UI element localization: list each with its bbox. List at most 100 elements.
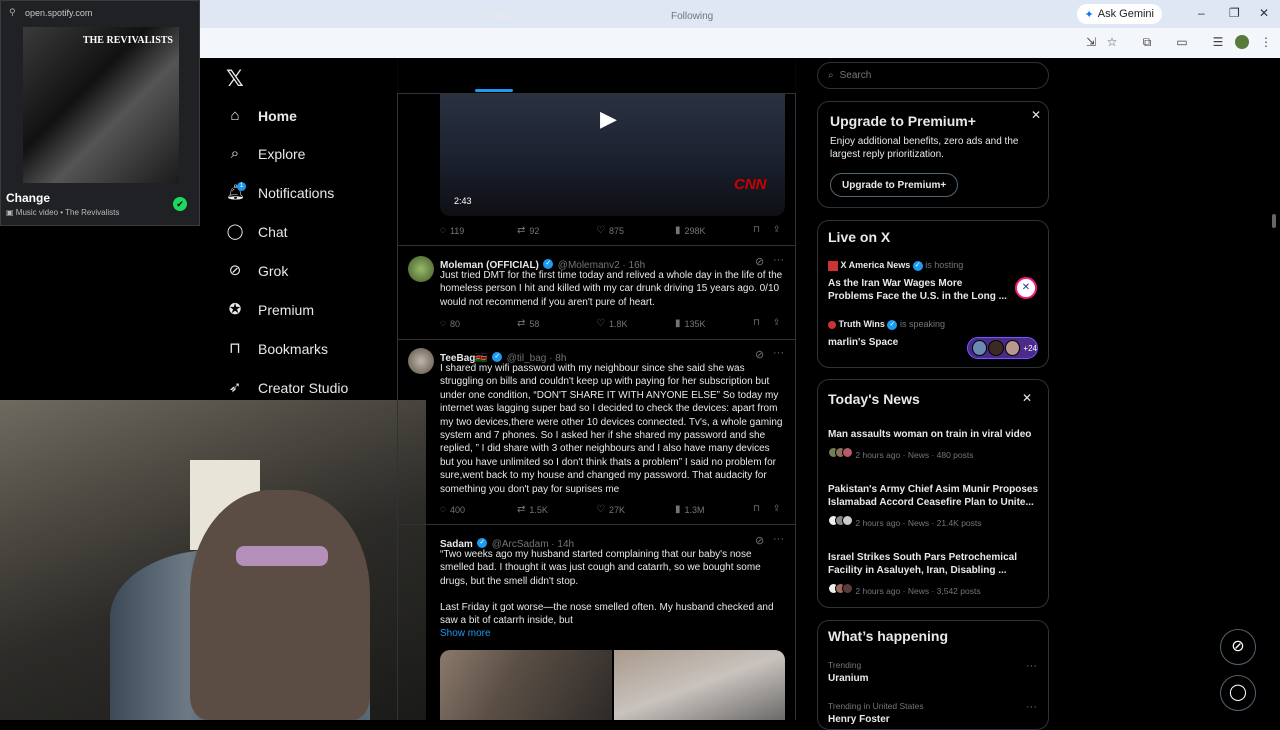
song-meta: ▣ Music video • The Revivalists [6, 208, 120, 217]
nav-chat[interactable]: ◯ Chat [226, 219, 288, 245]
close-window-button[interactable]: ✕ [1259, 6, 1269, 20]
ask-gemini-button[interactable]: ✦ Ask Gemini [1076, 4, 1162, 24]
like-button[interactable]: ♡ 27K [596, 504, 625, 515]
nav-creator-studio[interactable]: ➶ Creator Studio [226, 375, 349, 401]
nav-explore[interactable]: ⌕ Explore [226, 141, 306, 167]
show-more-link[interactable]: Show more [440, 628, 491, 639]
host-avatar [828, 260, 838, 271]
views-button[interactable]: ▮ 298K [675, 225, 706, 236]
nav-premium-label: Premium [258, 302, 315, 318]
nav-home[interactable]: ⌂ Home [226, 103, 296, 129]
repost-button[interactable]: ⇄ 1.5K [517, 504, 548, 515]
avatar[interactable] [408, 348, 434, 374]
profile-avatar-icon[interactable] [1235, 35, 1249, 49]
nav-grok-label: Grok [258, 263, 289, 279]
news-item-title[interactable]: Israel Strikes South Pars Petrochemical … [828, 551, 1042, 577]
space-listeners[interactable]: +24 [967, 337, 1038, 359]
live-item-host[interactable]: X America News ✓ is hosting [828, 260, 963, 271]
live-host-avatar[interactable]: ✕ [1015, 277, 1037, 299]
browser-menu-icon[interactable]: ⋮ [1259, 35, 1273, 49]
live-item-title[interactable]: As the Iran War Wages More Problems Face… [828, 277, 1008, 303]
heart-icon: ♡ [596, 504, 605, 515]
grok-post-icon[interactable]: ⊘ [755, 255, 764, 268]
host-avatar [828, 320, 836, 329]
repost-button[interactable]: ⇄ 58 [517, 318, 539, 329]
media-control-icon[interactable]: ▭ [1175, 35, 1189, 49]
bookmark-post-icon[interactable]: ⊓ [753, 317, 760, 328]
album-cover-title: THE REVIVALISTS [82, 35, 173, 46]
messages-fab-icon[interactable]: ◯ [1220, 675, 1256, 711]
grok-fab-icon[interactable]: ⊘ [1220, 629, 1256, 665]
verified-icon: ✓ [477, 537, 488, 548]
trend-context: Trending in United States [828, 701, 924, 711]
repost-icon: ⇄ [517, 504, 526, 515]
live-item-title[interactable]: marlin's Space [828, 336, 898, 349]
like-button[interactable]: ♡ 1.8K [596, 318, 627, 329]
nav-premium[interactable]: ✪ Premium [226, 297, 314, 323]
more-options-icon[interactable]: ··· [773, 254, 784, 266]
upgrade-premium-button[interactable]: Upgrade to Premium+ [830, 173, 959, 197]
close-icon[interactable]: ✕ [1031, 108, 1041, 122]
minimize-button[interactable]: – [1198, 6, 1205, 20]
nav-bookmarks-label: Bookmarks [258, 341, 329, 357]
maximize-button[interactable]: ❐ [1229, 6, 1240, 20]
nav-notifications-label: Notifications [258, 185, 335, 201]
live-title: Live on X [828, 229, 891, 245]
ask-gemini-label: Ask Gemini [1097, 8, 1154, 20]
bookmark-post-icon[interactable]: ⊓ [753, 224, 760, 235]
more-options-icon[interactable]: ··· [1026, 701, 1037, 713]
premium-title: Upgrade to Premium+ [830, 113, 976, 129]
news-title: Today's News [828, 391, 920, 407]
saved-check-icon[interactable]: ✔ [173, 197, 187, 211]
post-text-continued: Last Friday it got worse—the nose smelle… [440, 602, 774, 627]
more-options-icon[interactable]: ··· [1026, 660, 1037, 672]
nav-grok[interactable]: ⊘ Grok [226, 258, 289, 284]
tab-following[interactable]: Following [671, 11, 713, 22]
news-item-meta: 2 hours ago · News · 21.4K posts [828, 515, 982, 528]
reply-button[interactable]: ◌ 80 [440, 318, 460, 329]
reply-button[interactable]: ◌ 400 [440, 504, 465, 515]
bookmark-icon: ⊓ [229, 340, 241, 357]
bookmark-post-icon[interactable]: ⊓ [753, 503, 760, 514]
news-item-title[interactable]: Man assaults woman on train in viral vid… [828, 428, 1038, 441]
rocket-icon: ➶ [228, 379, 242, 396]
post-image[interactable] [440, 650, 612, 720]
nav-bookmarks[interactable]: ⊓ Bookmarks [226, 336, 328, 362]
more-options-icon[interactable]: ··· [773, 533, 784, 545]
live-item-host[interactable]: Truth Wins ✓ is speaking [828, 319, 945, 330]
post-image[interactable] [614, 650, 785, 720]
grok-icon: ⊘ [228, 262, 242, 279]
grok-post-icon[interactable]: ⊘ [755, 534, 764, 547]
more-options-icon[interactable]: ··· [773, 347, 784, 359]
reply-button[interactable]: ◌ 119 [440, 225, 464, 236]
search-field[interactable]: ⌕ Search [817, 62, 1049, 89]
repost-button[interactable]: ⇄ 92 [517, 225, 539, 236]
share-icon[interactable]: ⇪ [773, 224, 781, 235]
extensions-icon[interactable]: ⧉ [1140, 35, 1154, 49]
grok-post-icon[interactable]: ⊘ [755, 348, 764, 361]
bookmark-star-icon[interactable]: ☆ [1105, 35, 1119, 49]
install-app-icon[interactable]: ⇲ [1084, 35, 1098, 49]
listener-avatar [1004, 340, 1021, 356]
x-logo-icon[interactable]: 𝕏 [226, 66, 244, 92]
share-icon[interactable]: ⇪ [773, 317, 781, 328]
spotify-mini-player[interactable]: ⚲ open.spotify.com THE REVIVALISTS Chang… [0, 0, 200, 226]
like-button[interactable]: ♡ 875 [596, 225, 624, 236]
timeline-tabs [397, 58, 796, 94]
scrollbar-thumb[interactable] [1272, 214, 1276, 228]
heart-icon: ♡ [596, 225, 605, 236]
news-item-title[interactable]: Pakistan's Army Chief Asim Munir Propose… [828, 483, 1042, 509]
reading-list-icon[interactable]: ☰ [1211, 35, 1225, 49]
avatar[interactable] [408, 256, 434, 282]
notification-badge: 1 [237, 182, 246, 191]
video-duration: 2:43 [454, 196, 472, 206]
tab-for-you[interactable]: For you [477, 11, 514, 22]
close-icon[interactable]: ✕ [1022, 391, 1032, 405]
play-icon[interactable]: ▶ [600, 106, 626, 132]
trend-topic[interactable]: Uranium [828, 672, 869, 685]
webcam-glasses [236, 546, 328, 566]
views-button[interactable]: ▮ 135K [675, 318, 706, 329]
share-icon[interactable]: ⇪ [773, 503, 781, 514]
post-divider [398, 245, 795, 246]
views-button[interactable]: ▮ 1.3M [675, 504, 705, 515]
